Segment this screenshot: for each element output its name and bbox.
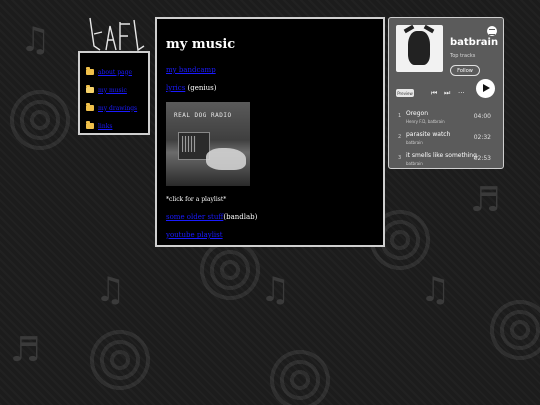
playlist-note: *click for a playlist* xyxy=(166,196,227,203)
artist-name[interactable]: batbrain xyxy=(450,37,498,48)
youtube-playlist-link[interactable]: youtube playlist xyxy=(166,231,223,239)
site-logo xyxy=(88,17,146,53)
track-artist[interactable]: batbrain xyxy=(406,161,423,166)
older-songs-source-label: (bandlab) xyxy=(223,213,258,221)
bandcamp-link[interactable]: my bandcamp xyxy=(166,66,216,74)
music-note-icon: ♫ xyxy=(420,270,451,310)
nav-link-music[interactable]: my music xyxy=(98,87,127,94)
play-button[interactable] xyxy=(476,79,495,98)
folder-icon xyxy=(86,121,94,129)
track-list: 1 Oregon Henry F.D, batbrain 04:00 2 par… xyxy=(389,107,503,168)
previous-track-icon[interactable]: ⏮ xyxy=(431,89,437,98)
artist-image[interactable] xyxy=(396,25,443,72)
track-artist[interactable]: batbrain xyxy=(406,140,423,145)
music-note-icon: ♫ xyxy=(260,270,291,310)
page-title: my music xyxy=(166,37,236,52)
playlist-cover-image[interactable]: REAL DOG RADIO xyxy=(166,102,250,186)
music-note-icon: ♫ xyxy=(95,270,126,310)
nav-menu: about page my music my drawings links xyxy=(78,51,150,135)
next-track-icon[interactable]: ⏭ xyxy=(444,89,450,98)
track-duration: 02:53 xyxy=(473,155,491,162)
track-row[interactable]: 2 parasite watch batbrain 02:32 xyxy=(389,128,503,149)
track-number: 3 xyxy=(398,155,402,161)
track-number: 2 xyxy=(398,134,402,140)
track-duration: 02:32 xyxy=(473,134,491,141)
lyrics-link[interactable]: lyrics xyxy=(166,84,185,92)
track-artist[interactable]: Henry F.D, batbrain xyxy=(406,119,445,124)
nav-item-about[interactable]: about page xyxy=(86,63,148,81)
radio-grill-graphic xyxy=(182,136,196,152)
music-note-icon: ♬ xyxy=(10,330,41,370)
nav-link-links[interactable]: links xyxy=(98,123,112,130)
nav-item-links[interactable]: links xyxy=(86,117,148,135)
music-panel: my music my bandcamp lyrics (genius) REA… xyxy=(155,17,385,247)
goat-graphic xyxy=(408,31,430,65)
folder-icon xyxy=(86,103,94,111)
nav-item-drawings[interactable]: my drawings xyxy=(86,99,148,117)
track-title[interactable]: it smells like something... xyxy=(406,152,478,159)
older-songs-link[interactable]: some older stuff xyxy=(166,213,223,221)
top-tracks-label: Top tracks xyxy=(450,53,476,59)
track-row[interactable]: 1 Oregon Henry F.D, batbrain 04:00 xyxy=(389,107,503,128)
track-number: 1 xyxy=(398,113,402,119)
folder-icon xyxy=(86,67,94,75)
folder-open-icon xyxy=(86,85,94,93)
spotify-embed: batbrain Top tracks Follow Preview ⏮ ⏭ ·… xyxy=(388,17,504,169)
track-title[interactable]: parasite watch xyxy=(406,131,478,138)
preview-badge: Preview xyxy=(396,89,414,97)
track-duration: 04:00 xyxy=(473,113,491,120)
track-title[interactable]: Oregon xyxy=(406,110,478,117)
track-row[interactable]: 3 it smells like something... batbrain 0… xyxy=(389,149,503,168)
spotify-logo-icon[interactable] xyxy=(487,26,497,36)
music-note-icon: ♬ xyxy=(470,180,501,220)
nav-item-music[interactable]: my music xyxy=(86,81,148,99)
cover-title-text: REAL DOG RADIO xyxy=(174,112,232,119)
music-note-icon: ♫ xyxy=(20,20,51,60)
cat-graphic xyxy=(206,148,246,170)
follow-button[interactable]: Follow xyxy=(450,65,480,76)
more-options-icon[interactable]: ··· xyxy=(458,89,465,97)
lyrics-source-label: (genius) xyxy=(187,84,217,92)
nav-link-drawings[interactable]: my drawings xyxy=(98,105,137,112)
nav-link-about[interactable]: about page xyxy=(98,69,132,76)
